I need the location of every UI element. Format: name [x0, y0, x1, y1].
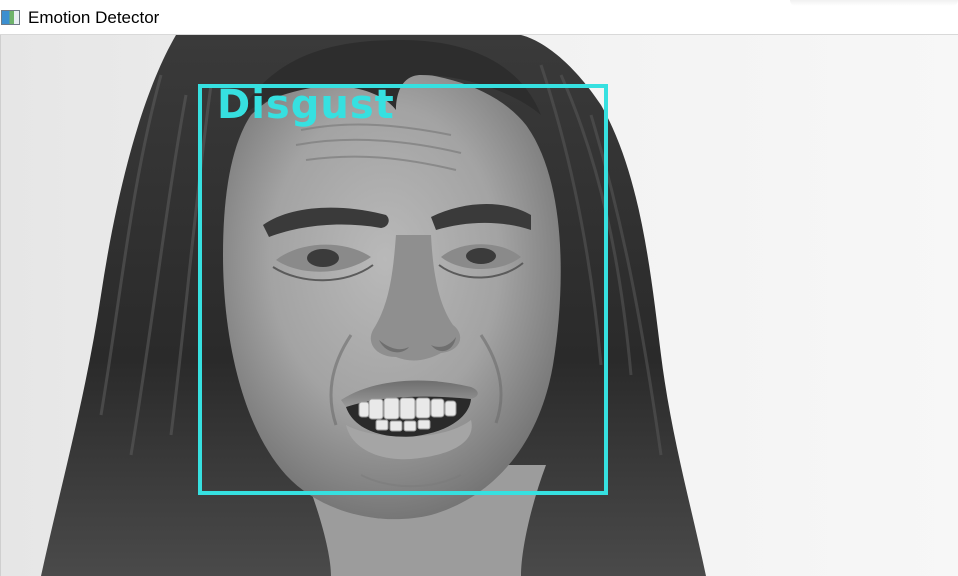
title-bar-shadow — [790, 0, 958, 6]
window-title: Emotion Detector — [28, 8, 160, 27]
emotion-label: Disgust — [217, 82, 395, 128]
app-window-icon[interactable] — [1, 10, 20, 25]
camera-frame — [1, 35, 958, 576]
video-viewport: Disgust — [0, 35, 958, 576]
app-window: Emotion Detector Disgust — [0, 0, 958, 576]
title-bar[interactable]: Emotion Detector — [0, 0, 958, 35]
